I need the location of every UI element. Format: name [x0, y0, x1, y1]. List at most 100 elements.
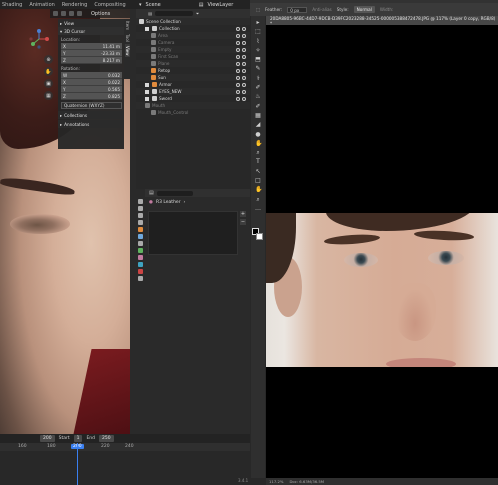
playhead[interactable] [77, 443, 78, 485]
properties-tab-icon[interactable] [138, 213, 143, 218]
camera-icon[interactable] [242, 89, 246, 94]
properties-tab-icon[interactable] [138, 255, 143, 260]
properties-tab-icon[interactable] [138, 206, 143, 211]
camera-icon[interactable] [242, 68, 246, 73]
shading-rendered-icon[interactable] [77, 11, 82, 16]
material-slot-list[interactable] [148, 211, 238, 255]
pan-hand-icon[interactable]: ✋ [44, 67, 53, 76]
properties-tab-icon[interactable] [138, 276, 143, 281]
camera-icon[interactable] [242, 26, 246, 31]
outliner-row[interactable]: Sword [136, 95, 250, 102]
outliner-row[interactable]: Mouth [136, 102, 250, 109]
shading-solid-icon[interactable] [61, 11, 66, 16]
camera-icon[interactable] [242, 96, 246, 101]
zoom-icon[interactable]: ⊕ [44, 55, 53, 64]
add-slot-button[interactable]: + [240, 211, 246, 217]
outliner-row[interactable]: Sun [136, 74, 250, 81]
background-color-swatch[interactable] [256, 233, 263, 240]
outliner-row[interactable]: Camera [136, 39, 250, 46]
eye-icon[interactable] [236, 82, 240, 87]
eye-icon[interactable] [236, 33, 240, 38]
marquee-tool-icon[interactable]: ⬚ [256, 7, 260, 12]
tool-icon[interactable]: ♨ [255, 94, 261, 100]
timeline-ruler[interactable]: 160 180 200 220 240 [0, 443, 250, 451]
outliner-row[interactable]: Empty [136, 46, 250, 53]
eye-icon[interactable] [236, 96, 240, 101]
eye-icon[interactable] [236, 47, 240, 52]
properties-tab-icon[interactable] [138, 220, 143, 225]
camera-icon[interactable] [242, 75, 246, 80]
tool-icon[interactable]: T [255, 159, 261, 165]
start-frame-field[interactable]: 1 [73, 435, 83, 442]
exclude-checkbox[interactable] [145, 96, 149, 101]
camera-icon[interactable] [242, 47, 246, 52]
properties-search-input[interactable] [156, 190, 193, 196]
rotation-field-x[interactable]: X 0.022 [61, 79, 122, 86]
outliner-row[interactable]: Collection [136, 25, 250, 32]
tool-icon[interactable]: ▸ [255, 20, 261, 26]
antialias-checkbox[interactable]: Anti-alias [312, 7, 331, 12]
navigation-gizmo-icon[interactable] [28, 28, 50, 50]
workspace-tab-rendering[interactable]: Rendering [62, 2, 88, 8]
tool-icon[interactable]: ✐ [255, 85, 261, 91]
tool-icon[interactable]: ✋ [255, 140, 262, 147]
outliner-row[interactable]: Scene Collection [136, 18, 250, 25]
current-frame-field[interactable]: 200 [40, 435, 55, 442]
document-tab[interactable]: 20DA8805-96BC-44D7-9DCB-D39FC2023288-345… [266, 16, 498, 26]
rotation-field-y[interactable]: Y 0.565 [61, 86, 122, 93]
material-name[interactable]: R3 Leather [156, 200, 181, 205]
location-field-x[interactable]: X 11.41 m [61, 43, 122, 50]
exclude-checkbox[interactable] [145, 82, 149, 87]
properties-tab-icon[interactable] [138, 248, 143, 253]
properties-tab-icon[interactable] [138, 262, 143, 267]
outliner-row[interactable]: Armor [136, 81, 250, 88]
view-panel-header[interactable]: ▸ View [58, 19, 124, 27]
properties-editor-icon[interactable]: ▤ [149, 190, 154, 196]
properties-tab-icon[interactable] [138, 269, 143, 274]
properties-tab-icon[interactable] [138, 227, 143, 232]
style-select[interactable]: Normal [353, 6, 375, 13]
scene-name[interactable]: Scene [146, 2, 161, 8]
eye-icon[interactable] [236, 61, 240, 66]
properties-tab-icon[interactable] [138, 234, 143, 239]
exclude-checkbox[interactable] [145, 26, 149, 31]
remove-slot-button[interactable]: − [240, 219, 246, 225]
tool-icon[interactable]: ● [255, 131, 261, 138]
tool-icon[interactable]: ✧ [255, 47, 261, 54]
outliner-search-input[interactable] [154, 11, 193, 16]
tool-icon[interactable]: … [255, 205, 261, 212]
display-mode-icon[interactable]: ▤ [148, 11, 152, 16]
shading-wireframe-icon[interactable] [53, 11, 58, 16]
outliner-row[interactable]: EYES_NEW [136, 88, 250, 95]
eye-icon[interactable] [236, 75, 240, 80]
tool-icon[interactable]: ✎ [255, 66, 261, 72]
workspace-tab-compositing[interactable]: Compositing [94, 2, 125, 8]
eye-icon[interactable] [236, 89, 240, 94]
zoom-level[interactable]: 117.2% [269, 479, 283, 484]
tool-icon[interactable]: ▦ [255, 112, 261, 119]
eye-icon[interactable] [236, 54, 240, 59]
location-field-y[interactable]: Y -23.33 m [61, 50, 122, 57]
viewport-options-label[interactable]: Options [91, 11, 110, 17]
tool-icon[interactable]: ◢ [255, 122, 261, 128]
tool-icon[interactable]: ⌇ [255, 38, 261, 45]
eye-icon[interactable] [236, 26, 240, 31]
outliner-row[interactable]: First Scan [136, 53, 250, 60]
outliner-row[interactable]: Plane [136, 60, 250, 67]
filter-icon[interactable]: ⏷ [196, 11, 199, 16]
shading-material-icon[interactable] [69, 11, 74, 16]
tool-icon[interactable]: ⌕ [255, 150, 261, 156]
exclude-checkbox[interactable] [145, 89, 149, 94]
eye-icon[interactable] [236, 68, 240, 73]
outliner-row[interactable]: Retop [136, 67, 250, 74]
properties-tab-icon[interactable] [138, 241, 143, 246]
properties-tab-icon[interactable] [138, 199, 143, 204]
rotation-field-w[interactable]: W 0.032 [61, 72, 122, 79]
camera-icon[interactable] [242, 61, 246, 66]
location-field-z[interactable]: Z 8.217 m [61, 57, 122, 64]
end-frame-field[interactable]: 250 [99, 435, 114, 442]
cursor-panel-header[interactable]: ▾ 3D Cursor [58, 27, 124, 35]
tool-icon[interactable]: ⬚ [255, 29, 261, 35]
rotation-mode-select[interactable]: Quaternion (WXYZ) [61, 102, 122, 109]
camera-view-icon[interactable]: ▣ [44, 79, 53, 88]
